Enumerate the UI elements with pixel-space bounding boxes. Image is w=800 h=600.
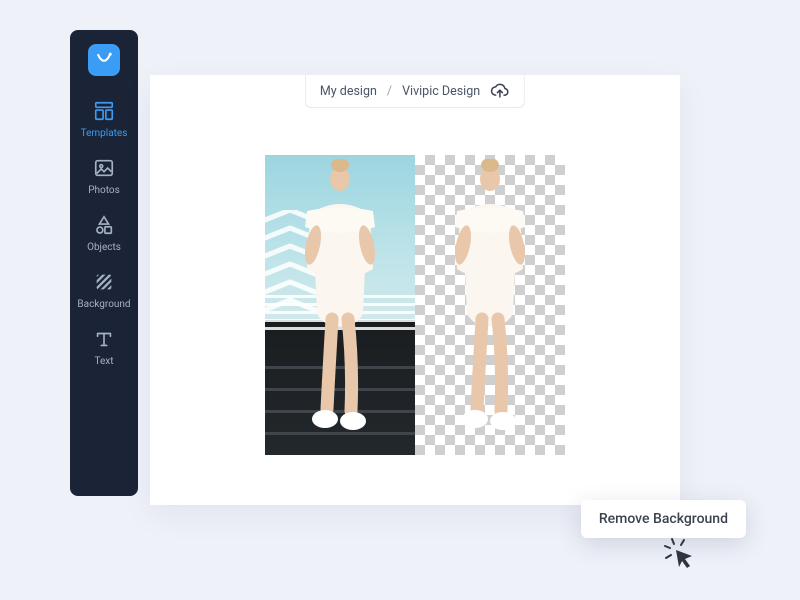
image-background-removed — [415, 155, 565, 455]
sidebar-item-templates[interactable]: Templates — [70, 100, 138, 139]
sidebar: Templates Photos Objects — [70, 30, 138, 496]
logo-icon — [94, 50, 114, 70]
person-figure — [435, 159, 545, 439]
breadcrumb-app-name[interactable]: Vivipic Design — [402, 84, 480, 99]
sidebar-item-background[interactable]: Background — [70, 271, 138, 310]
objects-icon — [93, 214, 115, 236]
sidebar-item-label: Text — [94, 356, 113, 367]
sidebar-item-objects[interactable]: Objects — [70, 214, 138, 253]
sidebar-item-label: Photos — [88, 185, 120, 196]
sidebar-item-photos[interactable]: Photos — [70, 157, 138, 196]
sidebar-item-text[interactable]: Text — [70, 328, 138, 367]
breadcrumb-design-name[interactable]: My design — [320, 84, 377, 99]
breadcrumb-separator: / — [387, 84, 392, 99]
sidebar-item-label: Objects — [87, 242, 121, 253]
cursor-click-icon — [662, 536, 694, 568]
remove-background-label: Remove Background — [599, 511, 728, 527]
text-icon — [93, 328, 115, 350]
sidebar-item-label: Templates — [81, 128, 128, 139]
cloud-upload-icon[interactable] — [490, 82, 510, 100]
photos-icon — [93, 157, 115, 179]
templates-icon — [93, 100, 115, 122]
image-original — [265, 155, 415, 455]
app-logo[interactable] — [88, 44, 120, 76]
sidebar-item-label: Background — [77, 299, 130, 310]
before-after-comparison[interactable] — [265, 155, 565, 455]
breadcrumb: My design / Vivipic Design — [305, 75, 525, 108]
remove-background-button[interactable]: Remove Background — [581, 500, 746, 538]
background-icon — [93, 271, 115, 293]
canvas-area: My design / Vivipic Design — [150, 75, 680, 505]
